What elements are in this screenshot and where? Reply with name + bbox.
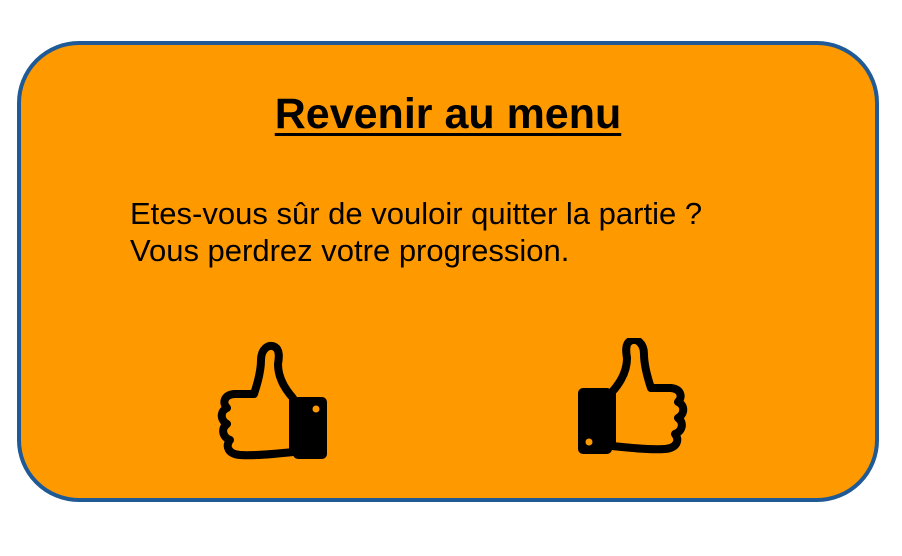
message-line-confirm: Etes-vous sûr de vouloir quitter la part… — [130, 196, 703, 231]
quit-confirm-dialog: Revenir au menu Etes-vous sûr de vouloir… — [17, 41, 879, 502]
dialog-message: Etes-vous sûr de vouloir quitter la part… — [130, 195, 702, 269]
thumbs-down-icon — [217, 341, 327, 460]
cancel-button[interactable] — [214, 338, 334, 464]
thumbs-up-icon — [578, 338, 688, 454]
confirm-button[interactable] — [573, 338, 693, 464]
message-line-warning: Vous perdrez votre progression. — [130, 233, 570, 268]
dialog-title: Revenir au menu — [274, 90, 622, 138]
